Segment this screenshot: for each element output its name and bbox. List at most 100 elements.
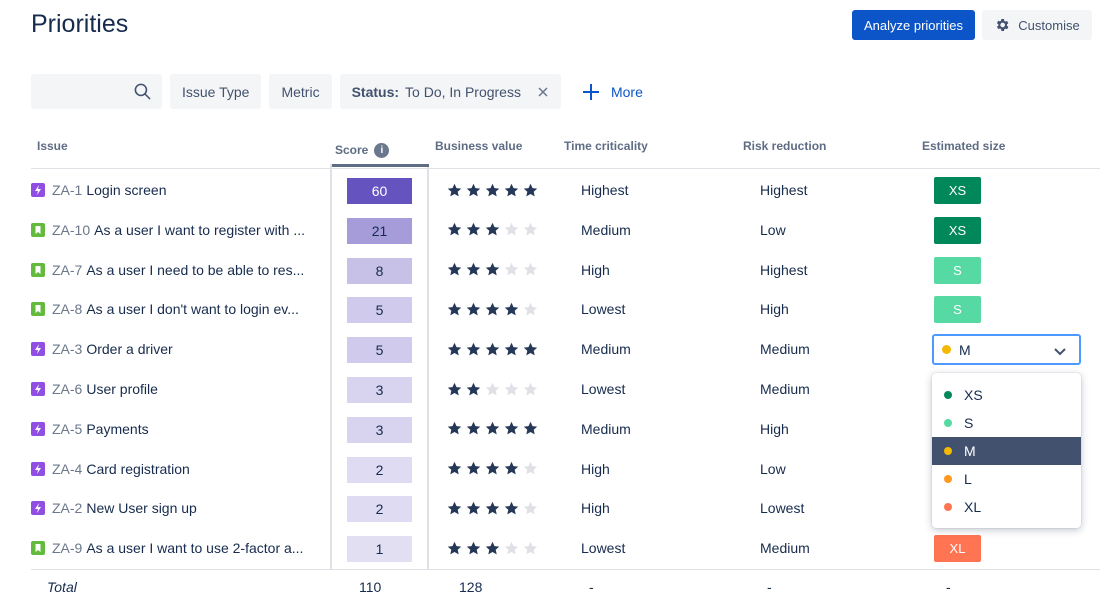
time-criticality-cell[interactable]: High bbox=[581, 488, 610, 528]
risk-reduction-cell[interactable]: Medium bbox=[760, 329, 810, 369]
issue-key[interactable]: ZA-2 bbox=[52, 500, 82, 516]
column-header-risk-reduction[interactable]: Risk reduction bbox=[743, 139, 826, 153]
issue-key[interactable]: ZA-8 bbox=[52, 301, 82, 317]
issue-cell[interactable]: ZA-9 As a user I want to use 2-factor a.… bbox=[31, 528, 321, 568]
issue-key[interactable]: ZA-10 bbox=[52, 222, 90, 238]
size-option[interactable]: XS bbox=[932, 381, 1081, 409]
star-empty-icon[interactable] bbox=[504, 222, 519, 237]
star-filled-icon[interactable] bbox=[447, 541, 462, 556]
issue-title[interactable]: As a user I want to use 2-factor a... bbox=[86, 540, 303, 556]
star-filled-icon[interactable] bbox=[485, 302, 500, 317]
table-row[interactable]: ZA-10 As a user I want to register with … bbox=[31, 210, 1100, 250]
info-icon[interactable]: i bbox=[374, 143, 390, 159]
issue-title[interactable]: User profile bbox=[86, 381, 158, 397]
metric-filter[interactable]: Metric bbox=[269, 74, 332, 109]
size-select[interactable]: M bbox=[932, 334, 1081, 365]
column-header-issue[interactable]: Issue bbox=[37, 139, 68, 153]
business-value-rating[interactable] bbox=[447, 289, 538, 329]
time-criticality-cell[interactable]: Medium bbox=[581, 329, 631, 369]
star-filled-icon[interactable] bbox=[485, 183, 500, 198]
close-icon[interactable] bbox=[537, 86, 549, 98]
issue-cell[interactable]: ZA-7 As a user I need to be able to res.… bbox=[31, 250, 321, 290]
issue-title[interactable]: As a user I need to be able to res... bbox=[86, 262, 304, 278]
business-value-rating[interactable] bbox=[447, 329, 538, 369]
issue-type-filter[interactable]: Issue Type bbox=[170, 74, 262, 109]
issue-cell[interactable]: ZA-10 As a user I want to register with … bbox=[31, 210, 321, 250]
star-empty-icon[interactable] bbox=[504, 541, 519, 556]
column-header-estimated-size[interactable]: Estimated size bbox=[922, 139, 1005, 153]
issue-title[interactable]: Login screen bbox=[86, 182, 166, 198]
issue-title[interactable]: Card registration bbox=[86, 461, 190, 477]
star-empty-icon[interactable] bbox=[523, 262, 538, 277]
table-row[interactable]: ZA-9 As a user I want to use 2-factor a.… bbox=[31, 528, 1100, 568]
star-filled-icon[interactable] bbox=[504, 461, 519, 476]
star-filled-icon[interactable] bbox=[466, 222, 481, 237]
business-value-rating[interactable] bbox=[447, 488, 538, 528]
risk-reduction-cell[interactable]: Low bbox=[760, 210, 786, 250]
star-filled-icon[interactable] bbox=[466, 421, 481, 436]
customise-button[interactable]: Customise bbox=[982, 10, 1092, 40]
issue-title[interactable]: New User sign up bbox=[86, 500, 197, 516]
issue-key[interactable]: ZA-4 bbox=[52, 461, 82, 477]
business-value-rating[interactable] bbox=[447, 528, 538, 568]
table-row[interactable]: ZA-8 As a user I don't want to login ev.… bbox=[31, 289, 1100, 329]
star-filled-icon[interactable] bbox=[447, 262, 462, 277]
star-filled-icon[interactable] bbox=[466, 302, 481, 317]
status-filter[interactable]: Status: To Do, In Progress bbox=[339, 74, 561, 109]
issue-cell[interactable]: ZA-4 Card registration bbox=[31, 449, 321, 489]
star-filled-icon[interactable] bbox=[504, 183, 519, 198]
star-filled-icon[interactable] bbox=[447, 342, 462, 357]
star-filled-icon[interactable] bbox=[485, 222, 500, 237]
issue-title[interactable]: As a user I want to register with ... bbox=[94, 222, 305, 238]
issue-cell[interactable]: ZA-5 Payments bbox=[31, 409, 321, 449]
size-badge[interactable]: XL bbox=[934, 535, 981, 563]
issue-key[interactable]: ZA-9 bbox=[52, 540, 82, 556]
star-filled-icon[interactable] bbox=[523, 342, 538, 357]
star-filled-icon[interactable] bbox=[504, 501, 519, 516]
star-filled-icon[interactable] bbox=[466, 461, 481, 476]
issue-title[interactable]: As a user I don't want to login ev... bbox=[86, 301, 299, 317]
star-filled-icon[interactable] bbox=[447, 461, 462, 476]
time-criticality-cell[interactable]: High bbox=[581, 250, 610, 290]
star-filled-icon[interactable] bbox=[504, 342, 519, 357]
table-row[interactable]: ZA-7 As a user I need to be able to res.… bbox=[31, 250, 1100, 290]
star-filled-icon[interactable] bbox=[504, 421, 519, 436]
risk-reduction-cell[interactable]: Highest bbox=[760, 250, 807, 290]
star-filled-icon[interactable] bbox=[523, 183, 538, 198]
star-filled-icon[interactable] bbox=[466, 501, 481, 516]
table-row[interactable]: ZA-1 Login screen 60 Highest Highest XS bbox=[31, 170, 1100, 210]
issue-key[interactable]: ZA-6 bbox=[52, 381, 82, 397]
star-empty-icon[interactable] bbox=[523, 541, 538, 556]
star-empty-icon[interactable] bbox=[523, 222, 538, 237]
issue-cell[interactable]: ZA-3 Order a driver bbox=[31, 329, 321, 369]
star-empty-icon[interactable] bbox=[504, 382, 519, 397]
issue-cell[interactable]: ZA-6 User profile bbox=[31, 369, 321, 409]
column-header-score[interactable]: Score i bbox=[335, 143, 390, 159]
star-filled-icon[interactable] bbox=[466, 382, 481, 397]
size-option[interactable]: L bbox=[932, 465, 1081, 493]
issue-cell[interactable]: ZA-1 Login screen bbox=[31, 170, 321, 210]
search-icon[interactable] bbox=[133, 82, 152, 101]
star-filled-icon[interactable] bbox=[447, 222, 462, 237]
size-option[interactable]: XL bbox=[932, 493, 1081, 521]
time-criticality-cell[interactable]: Lowest bbox=[581, 528, 625, 568]
star-filled-icon[interactable] bbox=[466, 342, 481, 357]
issue-key[interactable]: ZA-1 bbox=[52, 182, 82, 198]
issue-title[interactable]: Order a driver bbox=[86, 341, 172, 357]
star-filled-icon[interactable] bbox=[447, 421, 462, 436]
size-badge[interactable]: XS bbox=[934, 177, 981, 204]
risk-reduction-cell[interactable]: High bbox=[760, 289, 789, 329]
business-value-rating[interactable] bbox=[447, 409, 538, 449]
time-criticality-cell[interactable]: Medium bbox=[581, 409, 631, 449]
star-filled-icon[interactable] bbox=[523, 421, 538, 436]
size-badge[interactable]: XS bbox=[934, 216, 981, 244]
chevron-down-icon[interactable] bbox=[1053, 344, 1067, 358]
column-header-business-value[interactable]: Business value bbox=[435, 139, 522, 153]
star-filled-icon[interactable] bbox=[447, 382, 462, 397]
size-option[interactable]: S bbox=[932, 409, 1081, 437]
star-filled-icon[interactable] bbox=[485, 501, 500, 516]
star-filled-icon[interactable] bbox=[466, 183, 481, 198]
star-filled-icon[interactable] bbox=[485, 541, 500, 556]
business-value-rating[interactable] bbox=[447, 170, 538, 210]
star-empty-icon[interactable] bbox=[504, 262, 519, 277]
